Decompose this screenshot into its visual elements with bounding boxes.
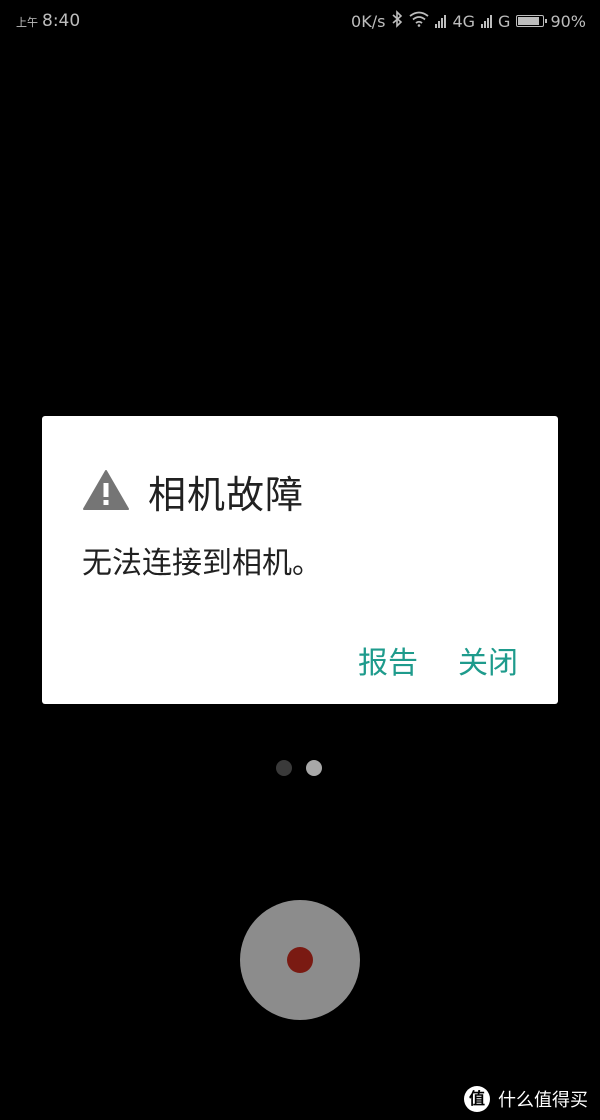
bluetooth-icon <box>391 10 403 32</box>
shutter-button[interactable] <box>240 900 360 1020</box>
camera-screen: 上午 8:40 0K/s 4G G 90% 相机故障 无法连接到相机。 报告 关… <box>0 0 600 1120</box>
status-bar: 上午 8:40 0K/s 4G G 90% <box>0 0 600 40</box>
record-dot-icon <box>287 947 313 973</box>
watermark-logo: 值 <box>464 1086 490 1112</box>
dialog-message: 无法连接到相机。 <box>82 546 322 581</box>
dialog-header: 相机故障 <box>82 464 304 519</box>
clock: 上午 8:40 <box>16 11 80 31</box>
page-dot[interactable] <box>306 760 322 776</box>
wifi-icon <box>409 11 430 31</box>
watermark-text: 什么值得买 <box>498 1090 588 1111</box>
network-type-2: G <box>498 11 511 31</box>
warning-icon <box>82 469 130 515</box>
close-button[interactable]: 关闭 <box>458 638 518 682</box>
signal-icon-2 <box>481 14 493 28</box>
camera-error-dialog: 相机故障 无法连接到相机。 报告 关闭 <box>42 416 558 704</box>
signal-icon <box>435 14 447 28</box>
page-indicator <box>276 760 322 776</box>
watermark: 值 什么值得买 <box>464 1086 588 1112</box>
status-icons: 0K/s 4G G 90% <box>351 10 586 32</box>
dialog-actions: 报告 关闭 <box>358 638 518 682</box>
dialog-title: 相机故障 <box>148 473 305 517</box>
page-dot[interactable] <box>276 760 292 776</box>
report-button[interactable]: 报告 <box>358 638 418 682</box>
battery-icon <box>516 15 548 27</box>
battery-percent: 90% <box>550 11 586 31</box>
network-type-1: 4G <box>452 11 476 31</box>
net-speed: 0K/s <box>351 11 386 31</box>
time-label: 8:40 <box>42 11 81 31</box>
ampm-label: 上午 <box>16 16 38 29</box>
battery-fill <box>518 17 540 25</box>
